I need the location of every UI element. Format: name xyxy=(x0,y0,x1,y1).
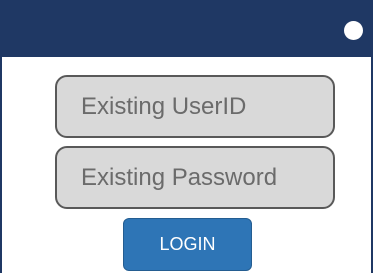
login-window: Existing UserID Existing Password LOGIN xyxy=(0,0,373,273)
password-field[interactable]: Existing Password xyxy=(55,146,335,209)
login-button[interactable]: LOGIN xyxy=(123,218,252,271)
userid-placeholder: Existing UserID xyxy=(81,93,247,120)
password-placeholder: Existing Password xyxy=(81,164,278,191)
window-control-circle-icon[interactable] xyxy=(344,21,363,40)
userid-field[interactable]: Existing UserID xyxy=(55,75,335,138)
title-bar xyxy=(2,0,371,57)
login-button-label: LOGIN xyxy=(159,234,216,254)
